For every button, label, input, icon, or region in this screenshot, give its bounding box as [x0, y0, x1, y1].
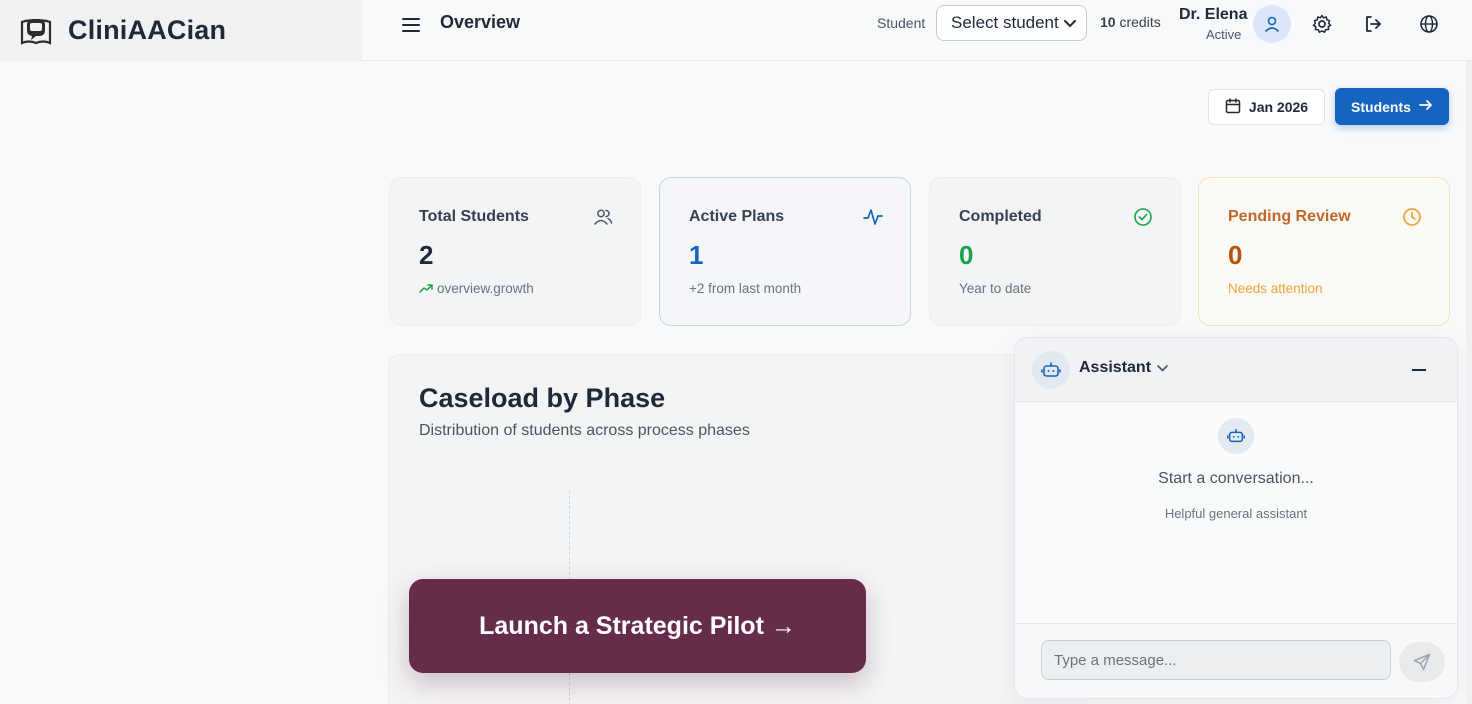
students-button[interactable]: Students [1335, 88, 1449, 125]
stat-card-value: 1 [689, 240, 704, 270]
stat-card-pending-review: Pending Review 0 Needs attention [1198, 177, 1450, 326]
credits-label: credits [1119, 14, 1161, 30]
user-avatar[interactable] [1253, 5, 1291, 43]
credits-indicator: 10 credits [1100, 14, 1161, 30]
globe-icon[interactable] [1417, 12, 1441, 36]
stat-card-sub: Needs attention [1228, 281, 1323, 296]
menu-icon[interactable] [400, 14, 422, 36]
stat-card-value: 0 [1228, 240, 1243, 270]
assistant-empty-title: Start a conversation... [1158, 470, 1314, 487]
stat-card-title: Total Students [419, 208, 529, 225]
stat-card-total-students: Total Students 2 overview.growth [389, 177, 641, 326]
launch-pilot-button[interactable]: Launch a Strategic Pilot → [409, 579, 866, 673]
students-button-label: Students [1351, 98, 1411, 115]
stat-card-active-plans: Active Plans 1 +2 from last month [659, 177, 911, 326]
credits-count: 10 [1100, 14, 1116, 30]
month-picker-label: Jan 2026 [1248, 99, 1309, 115]
stat-card-completed: Completed 0 Year to date [929, 177, 1181, 326]
user-name: Dr. Elena [1179, 6, 1248, 23]
arrow-right-icon [1419, 98, 1433, 115]
stat-card-value: 2 [419, 240, 434, 270]
trending-up-icon [419, 281, 433, 296]
bot-icon [1032, 351, 1070, 389]
top-bar: Overview Student Select student 10 credi… [362, 0, 1472, 61]
brand-name: CliniAACian [68, 15, 227, 45]
book-speech-icon [18, 13, 54, 49]
stat-card-title: Pending Review [1228, 208, 1351, 225]
calendar-icon [1225, 97, 1241, 117]
stat-card-value: 0 [959, 240, 974, 270]
assistant-composer [1015, 623, 1457, 698]
user-icon [1265, 16, 1279, 32]
student-select[interactable]: Select student [936, 5, 1087, 41]
assistant-header: Assistant [1015, 338, 1457, 402]
users-icon [593, 207, 613, 227]
brand[interactable]: CliniAACian [0, 0, 362, 61]
page-title: Overview [440, 12, 521, 32]
month-picker-button[interactable]: Jan 2026 [1208, 89, 1325, 125]
stat-card-sub: +2 from last month [689, 281, 802, 296]
stat-card-sub-text: overview.growth [437, 281, 534, 296]
student-label: Student [877, 15, 926, 31]
bot-icon [1218, 418, 1254, 454]
clock-icon [1402, 207, 1422, 227]
page-scrollbar[interactable] [1466, 61, 1472, 704]
assistant-selector[interactable]: Assistant [1079, 359, 1168, 377]
logout-icon[interactable] [1361, 12, 1385, 36]
assistant-name: Assistant [1079, 359, 1152, 376]
check-circle-icon [1133, 207, 1153, 227]
app-root: CliniAACian Overview Student Select stud… [0, 0, 1472, 704]
stat-card-title: Active Plans [689, 208, 785, 225]
activity-icon [863, 207, 883, 227]
user-status: Active [1206, 27, 1242, 42]
assistant-panel: Assistant Start a conversation... Helpfu… [1014, 337, 1458, 699]
send-icon[interactable] [1399, 642, 1445, 682]
minimize-icon[interactable] [1409, 360, 1429, 380]
assistant-empty-subtitle: Helpful general assistant [1164, 506, 1308, 521]
gear-icon[interactable] [1310, 12, 1334, 36]
stat-card-sub: Year to date [959, 281, 1032, 296]
student-select-value: Select student [951, 13, 1059, 32]
stat-card-title: Completed [959, 208, 1042, 225]
chevron-down-icon [1064, 13, 1076, 33]
message-input[interactable] [1041, 640, 1391, 680]
chevron-down-icon [1157, 359, 1168, 377]
caseload-title: Caseload by Phase [419, 383, 666, 413]
caseload-subtitle: Distribution of students across process … [419, 422, 750, 439]
stat-card-sub: overview.growth [419, 281, 611, 296]
